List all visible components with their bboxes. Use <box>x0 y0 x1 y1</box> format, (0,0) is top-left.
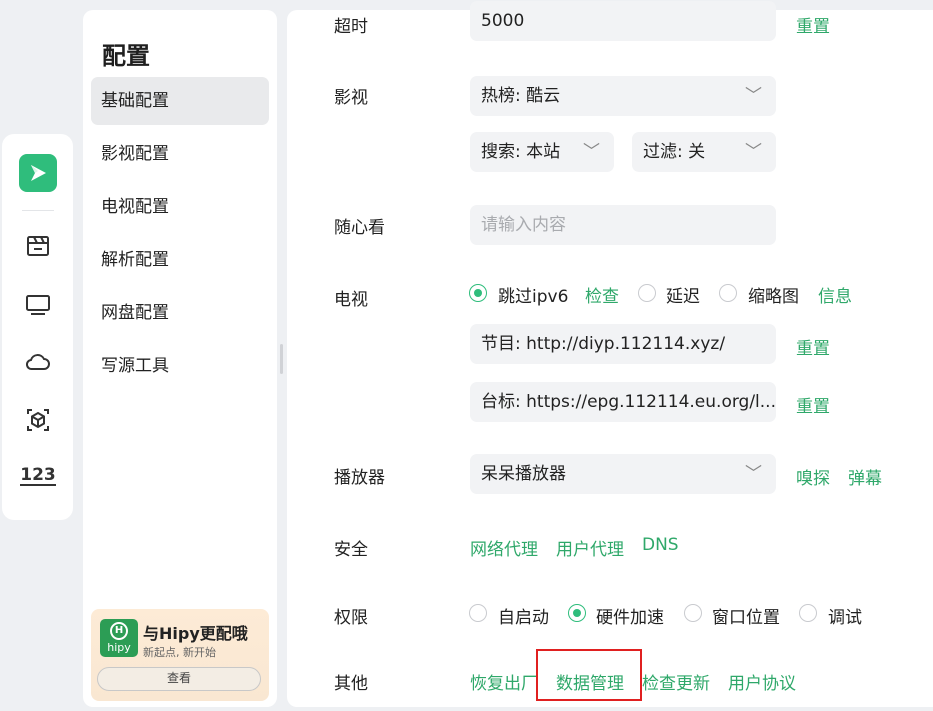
chevron-down-icon: ﹀ <box>745 142 762 162</box>
hot-list-select[interactable]: 热榜: 酷云 ﹀ <box>470 76 776 116</box>
numbers-icon-text: 123 <box>20 464 56 486</box>
chevron-down-icon: ﹀ <box>583 142 600 162</box>
sidebar-item-movie[interactable]: 影视配置 <box>91 130 269 178</box>
delay-radio[interactable] <box>638 284 656 302</box>
promo-title: 与Hipy更配哦 <box>143 624 248 643</box>
cloud-icon[interactable] <box>22 346 54 378</box>
debug-radio[interactable] <box>799 604 817 622</box>
program-reset-link[interactable]: 重置 <box>796 334 830 359</box>
epg-logo-input[interactable]: 台标: https://epg.112114.eu.org/l... <box>470 382 776 422</box>
tv-icon[interactable] <box>22 288 54 320</box>
promo-subtitle: 新起点, 新开始 <box>143 646 216 659</box>
thumbnail-radio[interactable] <box>719 284 737 302</box>
numbers-icon[interactable]: 123 <box>20 460 56 492</box>
sidebar-title: 配置 <box>102 42 150 70</box>
movie-icon[interactable] <box>22 230 54 262</box>
skip-ipv6-radio[interactable] <box>469 284 487 302</box>
tv-info-link[interactable]: 信息 <box>818 282 852 307</box>
sidebar-item-netdisk[interactable]: 网盘配置 <box>91 289 269 337</box>
sidebar-item-parse[interactable]: 解析配置 <box>91 236 269 284</box>
chevron-down-icon: ﹀ <box>745 464 762 484</box>
random-watch-input[interactable]: 请输入内容 <box>470 205 776 245</box>
delay-text: 延迟 <box>666 287 700 307</box>
autostart-radio[interactable] <box>469 604 487 622</box>
search-select[interactable]: 搜索: 本站 ﹀ <box>470 132 614 172</box>
promo-view-button[interactable]: 查看 <box>97 667 261 691</box>
hipy-logo-text: hipy <box>107 641 131 654</box>
sidebar-item-source-tool[interactable]: 写源工具 <box>91 342 269 390</box>
hipy-h-icon: H <box>110 622 128 640</box>
sidebar-item-basic[interactable]: 基础配置 <box>91 77 269 125</box>
security-label: 安全 <box>334 540 368 560</box>
epg-program-input[interactable]: 节目: http://diyp.112114.xyz/ <box>470 324 776 364</box>
hipy-logo: H hipy <box>100 619 138 657</box>
settings-panel: 超时 5000 重置 影视 热榜: 酷云 ﹀ 搜索: 本站 ﹀ 过滤: 关 ﹀ … <box>287 1 933 707</box>
promo-card: H hipy 与Hipy更配哦 新起点, 新开始 查看 <box>91 609 269 701</box>
filter-select-value: 过滤: 关 <box>643 142 706 162</box>
resize-handle[interactable] <box>280 344 283 374</box>
chevron-down-icon: ﹀ <box>745 86 762 106</box>
filter-select[interactable]: 过滤: 关 ﹀ <box>632 132 776 172</box>
window-position-text: 窗口位置 <box>712 608 780 628</box>
data-management-highlight-box <box>536 649 642 701</box>
thumbnail-text: 缩略图 <box>748 287 799 307</box>
check-update-link[interactable]: 检查更新 <box>642 669 710 694</box>
tv-check-link[interactable]: 检查 <box>585 282 619 307</box>
hardware-accel-text: 硬件加速 <box>596 608 664 628</box>
player-select[interactable]: 呆呆播放器 ﹀ <box>470 454 776 494</box>
permission-label: 权限 <box>334 608 368 628</box>
sidebar-item-tv[interactable]: 电视配置 <box>91 183 269 231</box>
logo-reset-link[interactable]: 重置 <box>796 392 830 417</box>
skip-ipv6-text: 跳过ipv6 <box>498 287 569 307</box>
movie-label: 影视 <box>334 88 368 108</box>
rail-divider <box>22 210 54 211</box>
dns-link[interactable]: DNS <box>642 535 679 555</box>
window-position-radio[interactable] <box>684 604 702 622</box>
debug-text: 调试 <box>828 608 862 628</box>
timeout-reset-link[interactable]: 重置 <box>796 12 830 37</box>
settings-sidebar: 配置 基础配置 影视配置 电视配置 解析配置 网盘配置 写源工具 H hipy … <box>83 10 277 707</box>
autostart-text: 自启动 <box>498 608 549 628</box>
sniff-link[interactable]: 嗅探 <box>796 464 830 489</box>
user-agreement-link[interactable]: 用户协议 <box>728 669 796 694</box>
app-logo-icon[interactable] <box>19 154 57 192</box>
random-watch-label: 随心看 <box>334 218 385 238</box>
tv-label: 电视 <box>334 290 368 310</box>
danmaku-link[interactable]: 弹幕 <box>848 464 882 489</box>
hot-list-value: 热榜: 酷云 <box>481 86 561 106</box>
hardware-accel-radio[interactable] <box>568 604 586 622</box>
timeout-label: 超时 <box>334 17 368 37</box>
player-select-value: 呆呆播放器 <box>481 464 566 484</box>
player-label: 播放器 <box>334 468 385 488</box>
box-icon[interactable] <box>22 404 54 436</box>
factory-reset-link[interactable]: 恢复出厂 <box>470 669 538 694</box>
icon-rail: 123 <box>2 134 73 520</box>
other-label: 其他 <box>334 674 368 694</box>
user-agent-link[interactable]: 用户代理 <box>556 535 624 560</box>
search-select-value: 搜索: 本站 <box>481 142 561 162</box>
timeout-input[interactable]: 5000 <box>470 1 776 41</box>
network-proxy-link[interactable]: 网络代理 <box>470 535 538 560</box>
